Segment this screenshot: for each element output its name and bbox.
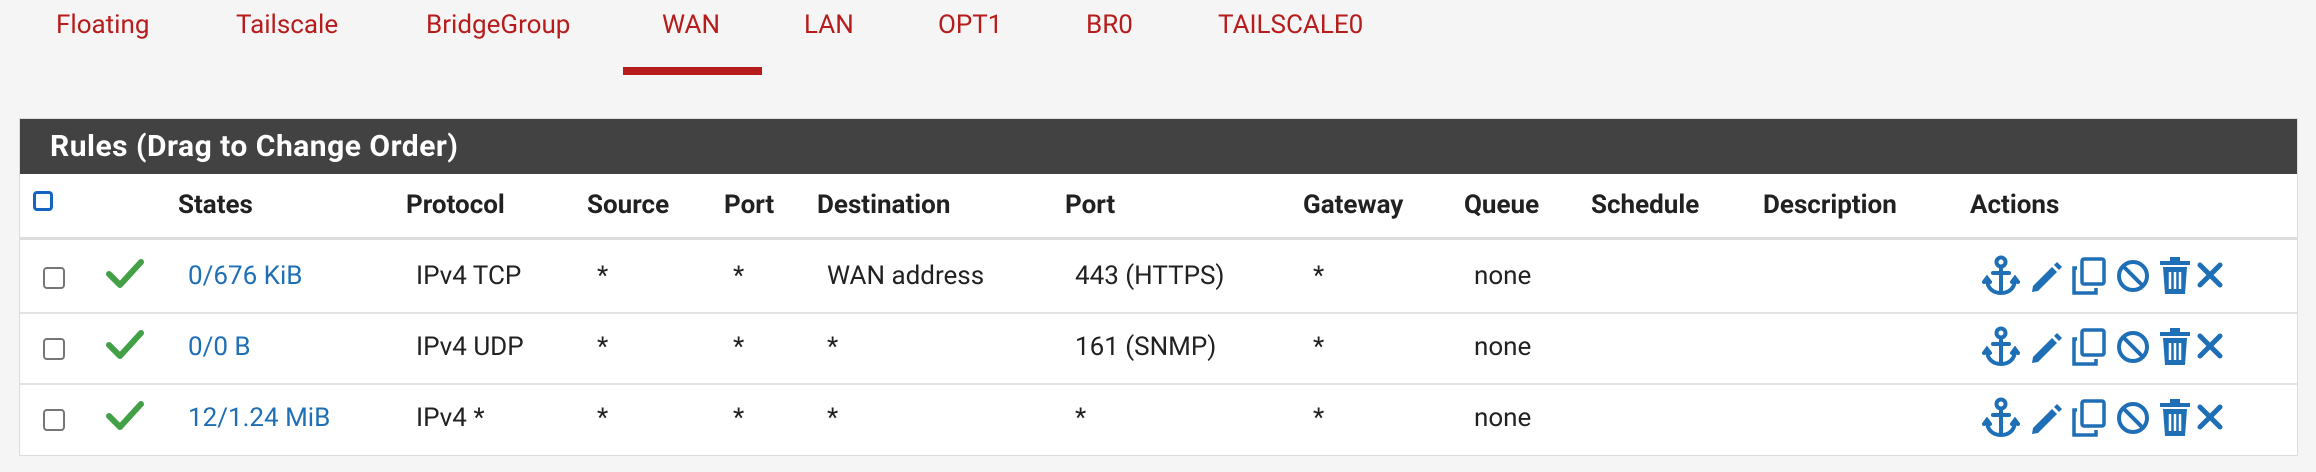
copy-icon[interactable] <box>2070 397 2108 439</box>
table-header: States Protocol Source Port Destination … <box>20 174 2297 240</box>
dest-port-cell: 443 (HTTPS) <box>1075 261 1225 291</box>
col-schedule[interactable]: Schedule <box>1591 190 1699 220</box>
table-row[interactable]: 0/0 B IPv4 UDP * * * 161 (SNMP) * none <box>20 314 2297 385</box>
ban-icon[interactable] <box>2114 326 2152 368</box>
destination-cell: WAN address <box>827 261 985 291</box>
col-description[interactable]: Description <box>1763 190 1897 220</box>
tab-tailscale[interactable]: Tailscale <box>236 10 338 40</box>
anchor-icon[interactable] <box>1982 397 2020 439</box>
dest-port-cell: 161 (SNMP) <box>1075 332 1217 362</box>
col-queue[interactable]: Queue <box>1464 190 1539 220</box>
port-cell: * <box>733 332 745 362</box>
tab-wan[interactable]: WAN <box>662 10 720 40</box>
protocol-cell: IPv4 UDP <box>416 332 524 362</box>
col-states[interactable]: States <box>178 190 253 220</box>
tab-tailscale0[interactable]: TAILSCALE0 <box>1218 10 1363 40</box>
gateway-cell: * <box>1313 403 1325 433</box>
destination-cell: * <box>827 403 839 433</box>
col-dest-port[interactable]: Port <box>1065 190 1115 220</box>
states-link[interactable]: 12/1.24 MiB <box>188 403 330 433</box>
times-icon[interactable] <box>2192 397 2230 439</box>
tab-br0[interactable]: BR0 <box>1086 10 1133 40</box>
row-checkbox[interactable] <box>43 338 65 360</box>
check-icon[interactable] <box>106 399 144 431</box>
col-destination[interactable]: Destination <box>817 190 950 220</box>
protocol-cell: IPv4 * <box>416 403 485 433</box>
interface-tabs: Floating Tailscale BridgeGroup WAN LAN O… <box>0 0 2316 80</box>
gateway-cell: * <box>1313 332 1325 362</box>
col-protocol[interactable]: Protocol <box>406 190 505 220</box>
active-tab-indicator <box>623 67 762 75</box>
dest-port-cell: * <box>1075 403 1087 433</box>
trash-icon[interactable] <box>2156 397 2194 439</box>
pencil-icon[interactable] <box>2026 255 2064 297</box>
copy-icon[interactable] <box>2070 326 2108 368</box>
queue-cell: none <box>1474 332 1532 362</box>
check-icon[interactable] <box>106 257 144 289</box>
source-cell: * <box>597 332 609 362</box>
trash-icon[interactable] <box>2156 326 2194 368</box>
anchor-icon[interactable] <box>1982 255 2020 297</box>
source-cell: * <box>597 261 609 291</box>
panel-title: Rules (Drag to Change Order) <box>20 119 2297 174</box>
select-all-checkbox[interactable] <box>33 191 53 211</box>
states-link[interactable]: 0/0 B <box>188 332 251 362</box>
states-link[interactable]: 0/676 KiB <box>188 261 302 291</box>
anchor-icon[interactable] <box>1982 326 2020 368</box>
source-cell: * <box>597 403 609 433</box>
trash-icon[interactable] <box>2156 255 2194 297</box>
row-checkbox[interactable] <box>43 409 65 431</box>
port-cell: * <box>733 261 745 291</box>
times-icon[interactable] <box>2192 255 2230 297</box>
row-checkbox[interactable] <box>43 267 65 289</box>
table-row[interactable]: 0/676 KiB IPv4 TCP * * WAN address 443 (… <box>20 243 2297 314</box>
check-icon[interactable] <box>106 328 144 360</box>
rules-panel: Rules (Drag to Change Order) States Prot… <box>19 118 2298 456</box>
tab-floating[interactable]: Floating <box>56 10 149 40</box>
times-icon[interactable] <box>2192 326 2230 368</box>
col-actions: Actions <box>1970 190 2060 220</box>
pencil-icon[interactable] <box>2026 397 2064 439</box>
tab-bridgegroup[interactable]: BridgeGroup <box>426 10 570 40</box>
queue-cell: none <box>1474 403 1532 433</box>
ban-icon[interactable] <box>2114 255 2152 297</box>
port-cell: * <box>733 403 745 433</box>
tab-opt1[interactable]: OPT1 <box>938 10 1002 40</box>
tab-lan[interactable]: LAN <box>804 10 854 40</box>
table-row[interactable]: 12/1.24 MiB IPv4 * * * * * * none <box>20 385 2297 456</box>
ban-icon[interactable] <box>2114 397 2152 439</box>
pencil-icon[interactable] <box>2026 326 2064 368</box>
gateway-cell: * <box>1313 261 1325 291</box>
col-port[interactable]: Port <box>724 190 774 220</box>
queue-cell: none <box>1474 261 1532 291</box>
destination-cell: * <box>827 332 839 362</box>
col-gateway[interactable]: Gateway <box>1303 190 1403 220</box>
col-source[interactable]: Source <box>587 190 669 220</box>
protocol-cell: IPv4 TCP <box>416 261 522 291</box>
copy-icon[interactable] <box>2070 255 2108 297</box>
